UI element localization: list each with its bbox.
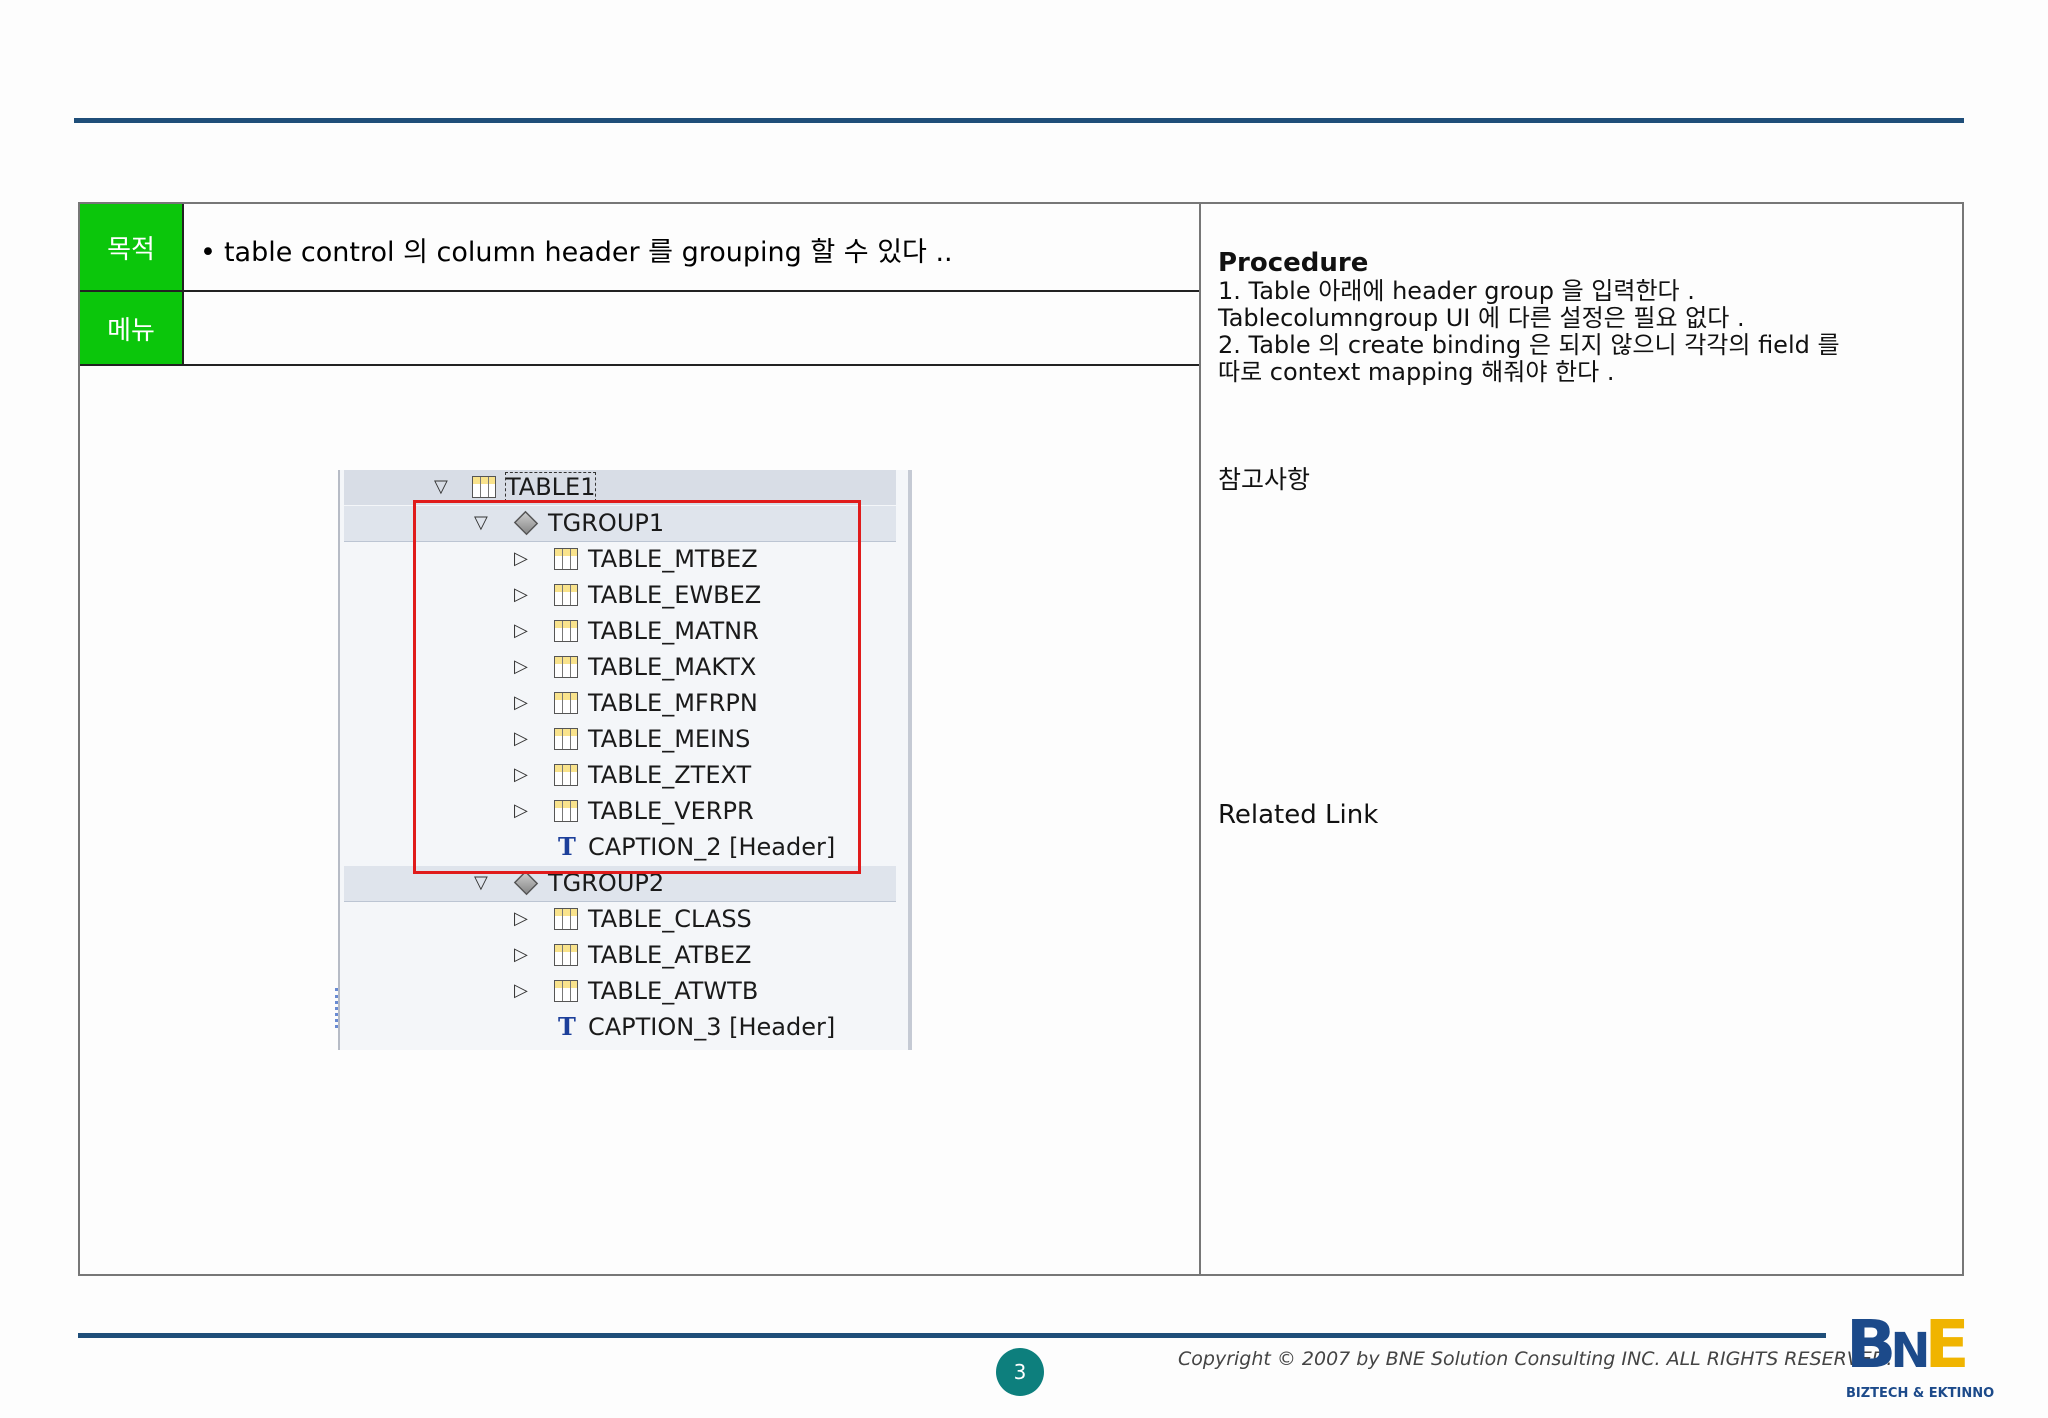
logo-subtitle: BIZTECH & EKTINNO <box>1846 1386 1995 1401</box>
header-row-divider <box>80 290 1199 292</box>
goal-description: table control 의 column header 를 grouping… <box>223 237 953 268</box>
collapsed-toggle-icon[interactable]: ▷ <box>514 944 528 965</box>
caption-icon: T <box>558 1012 576 1041</box>
procedure-title: Procedure <box>1218 248 1369 278</box>
procedure-line: 따로 context mapping 해줘야 한다 . <box>1218 358 1615 386</box>
tree-node-column[interactable]: ▷ TABLE_ATWTB <box>344 974 896 1009</box>
expand-toggle-icon[interactable]: ▽ <box>474 872 488 893</box>
company-logo: BNE BIZTECH & EKTINNO <box>1846 1306 1996 1402</box>
table-column-icon <box>554 980 578 1002</box>
procedure-line: Tablecolumngroup UI 에 다른 설정은 필요 없다 . <box>1218 304 1745 332</box>
header-bottom-divider <box>80 364 1199 366</box>
tree-node-caption[interactable]: T CAPTION_3 [Header] <box>344 1010 896 1045</box>
logo-mark: BNE <box>1846 1306 1970 1383</box>
collapsed-toggle-icon[interactable]: ▷ <box>514 980 528 1001</box>
tree-node-column[interactable]: ▷ TABLE_CLASS <box>344 902 896 937</box>
tree-node-label: CAPTION_3 [Header] <box>588 1013 836 1041</box>
copyright-text: Copyright © 2007 by BNE Solution Consult… <box>1178 1348 1893 1370</box>
bullet: • <box>200 237 216 268</box>
procedure-steps: 1. Table 아래에 header group 을 입력한다 . Table… <box>1218 278 1840 386</box>
tree-node-label: TABLE_ATBEZ <box>588 941 752 969</box>
tree-node-label: TABLE1 <box>504 472 597 502</box>
goal-label: 목적 <box>80 204 182 290</box>
procedure-line: 1. Table 아래에 header group 을 입력한다 . <box>1218 277 1695 305</box>
related-link-title: Related Link <box>1218 800 1379 830</box>
footer-divider <box>78 1333 1826 1338</box>
procedure-line: 2. Table 의 create binding 은 되지 않으니 각각의 f… <box>1218 331 1840 359</box>
reference-title: 참고사항 <box>1218 465 1311 494</box>
table-column-icon <box>554 944 578 966</box>
menu-label: 메뉴 <box>80 292 182 364</box>
tree-node-column[interactable]: ▷ TABLE_ATBEZ <box>344 938 896 973</box>
goal-text: • table control 의 column header 를 groupin… <box>200 230 953 269</box>
page-number-badge: 3 <box>996 1348 1044 1396</box>
resize-handle[interactable] <box>335 988 341 1028</box>
column-divider <box>1199 202 1201 1276</box>
label-column-divider <box>182 204 184 366</box>
tree-node-label: TABLE_ATWTB <box>588 977 759 1005</box>
tree-node-label: TABLE_CLASS <box>588 905 752 933</box>
column-group-icon <box>513 870 539 896</box>
highlight-box <box>413 500 861 874</box>
table-column-icon <box>554 908 578 930</box>
table-icon <box>472 476 496 498</box>
expand-toggle-icon[interactable]: ▽ <box>434 476 448 497</box>
top-divider <box>74 118 1964 123</box>
collapsed-toggle-icon[interactable]: ▷ <box>514 908 528 929</box>
